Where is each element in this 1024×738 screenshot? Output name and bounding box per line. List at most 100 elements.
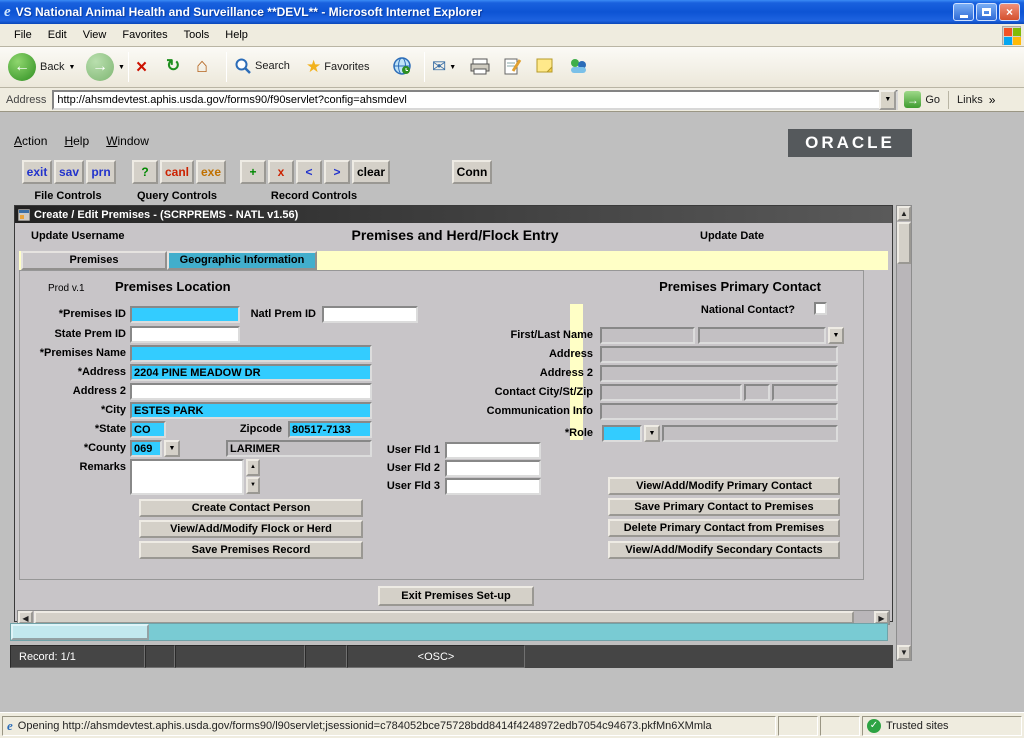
minimize-icon bbox=[960, 15, 968, 18]
premises-primary-contact-header: Premises Primary Contact bbox=[615, 279, 865, 294]
menu-file[interactable]: File bbox=[6, 26, 40, 44]
messenger-button[interactable] bbox=[568, 57, 588, 78]
contact-address-field bbox=[600, 346, 838, 363]
links-chevron-icon[interactable]: » bbox=[989, 93, 996, 107]
save-button[interactable]: sav bbox=[54, 160, 84, 184]
menu-help[interactable]: Help bbox=[217, 26, 256, 44]
role-dropdown-button[interactable]: ▼ bbox=[644, 425, 660, 442]
back-dropdown-icon[interactable]: ▼ bbox=[68, 64, 75, 71]
conn-button[interactable]: Conn bbox=[452, 160, 492, 184]
search-button[interactable]: Search bbox=[234, 57, 290, 75]
mail-dropdown-icon[interactable]: ▼ bbox=[449, 64, 456, 71]
go-button[interactable]: → Go bbox=[904, 91, 940, 108]
close-button[interactable]: × bbox=[999, 3, 1020, 21]
add-record-button[interactable]: + bbox=[240, 160, 266, 184]
query-controls-label: Query Controls bbox=[126, 190, 228, 202]
applet-status-bar: Record: 1/1 <OSC> bbox=[10, 645, 893, 668]
tab-premises[interactable]: Premises bbox=[21, 251, 167, 270]
menu-tools[interactable]: Tools bbox=[176, 26, 218, 44]
delete-primary-contact-button[interactable]: Delete Primary Contact from Premises bbox=[608, 519, 840, 537]
vertical-scroll-thumb[interactable] bbox=[897, 222, 911, 264]
exit-button[interactable]: exit bbox=[22, 160, 52, 184]
scroll-down-button[interactable]: ▼ bbox=[897, 645, 911, 660]
premises-id-label: *Premises ID bbox=[22, 308, 126, 320]
applet-vertical-scrollbar[interactable]: ▲ ▼ bbox=[896, 205, 912, 661]
search-icon bbox=[234, 57, 252, 75]
state-field[interactable] bbox=[130, 421, 166, 438]
national-contact-checkbox[interactable] bbox=[814, 302, 827, 315]
browser-status-bar: e Opening http://ahsmdevtest.aphis.usda.… bbox=[0, 712, 1024, 738]
view-add-modify-secondary-contacts-button[interactable]: View/Add/Modify Secondary Contacts bbox=[608, 541, 840, 559]
view-add-modify-flock-herd-button[interactable]: View/Add/Modify Flock or Herd bbox=[139, 520, 363, 538]
contact-name-dropdown-button[interactable]: ▼ bbox=[828, 327, 844, 344]
address-label: *Address bbox=[22, 366, 126, 378]
remarks-field[interactable] bbox=[130, 459, 244, 495]
county-dropdown-button[interactable]: ▼ bbox=[164, 440, 180, 457]
exit-premises-setup-button[interactable]: Exit Premises Set-up bbox=[378, 586, 534, 606]
save-premises-record-button[interactable]: Save Premises Record bbox=[139, 541, 363, 559]
menu-edit[interactable]: Edit bbox=[40, 26, 75, 44]
zipcode-field[interactable] bbox=[288, 421, 372, 438]
teal-scroll-thumb[interactable] bbox=[11, 624, 149, 640]
forward-button[interactable]: → ▼ bbox=[86, 53, 125, 81]
county-field[interactable] bbox=[130, 440, 162, 457]
refresh-button[interactable]: ↻ bbox=[166, 57, 180, 74]
maximize-button[interactable] bbox=[976, 3, 997, 21]
address2-field[interactable] bbox=[130, 383, 372, 400]
state-prem-id-field[interactable] bbox=[130, 326, 240, 343]
trusted-sites-label: Trusted sites bbox=[886, 720, 949, 732]
stop-button[interactable]: × bbox=[136, 58, 147, 77]
natl-prem-id-field[interactable] bbox=[322, 306, 418, 323]
print-button[interactable] bbox=[470, 58, 490, 78]
remarks-scroll-up-button[interactable]: ▲ bbox=[246, 459, 260, 476]
remarks-scroll-down-button[interactable]: ▼ bbox=[246, 477, 260, 494]
role-label: *Role bbox=[475, 427, 593, 439]
cancel-query-button[interactable]: canl bbox=[160, 160, 194, 184]
premises-name-label: *Premises Name bbox=[22, 347, 126, 359]
query-button[interactable]: ? bbox=[132, 160, 158, 184]
delete-record-button[interactable]: x bbox=[268, 160, 294, 184]
address-label: Address bbox=[6, 94, 46, 106]
city-field[interactable] bbox=[130, 402, 372, 419]
applet-horizontal-scrollbar[interactable] bbox=[10, 623, 888, 641]
status-message-cell: e Opening http://ahsmdevtest.aphis.usda.… bbox=[2, 716, 776, 736]
favorites-button[interactable]: ★ Favorites bbox=[306, 57, 370, 77]
discuss-button[interactable] bbox=[536, 58, 554, 77]
status-spacer-cell bbox=[820, 716, 860, 736]
applet-menu-help[interactable]: Help bbox=[64, 134, 89, 148]
applet-menu-action[interactable]: Action bbox=[14, 134, 47, 148]
premises-name-field[interactable] bbox=[130, 345, 372, 362]
premises-id-field[interactable] bbox=[130, 306, 240, 323]
next-record-button[interactable]: > bbox=[324, 160, 350, 184]
links-button[interactable]: Links bbox=[957, 94, 983, 106]
scroll-up-button[interactable]: ▲ bbox=[897, 206, 911, 221]
forward-dropdown-icon[interactable]: ▼ bbox=[118, 64, 125, 71]
edit-button[interactable] bbox=[504, 57, 522, 78]
view-add-modify-primary-contact-button[interactable]: View/Add/Modify Primary Contact bbox=[608, 477, 840, 495]
menu-view[interactable]: View bbox=[75, 26, 115, 44]
form-window-title-bar[interactable]: Create / Edit Premises - (SCRPREMS - NAT… bbox=[15, 206, 892, 223]
role-field[interactable] bbox=[602, 425, 642, 442]
execute-query-button[interactable]: exe bbox=[196, 160, 226, 184]
address-input[interactable] bbox=[52, 90, 898, 110]
save-primary-contact-button[interactable]: Save Primary Contact to Premises bbox=[608, 498, 840, 516]
address-dropdown-icon[interactable]: ▼ bbox=[879, 90, 896, 110]
previous-record-button[interactable]: < bbox=[296, 160, 322, 184]
clear-record-button[interactable]: clear bbox=[352, 160, 390, 184]
status-text: Opening http://ahsmdevtest.aphis.usda.go… bbox=[18, 720, 712, 732]
mail-button[interactable]: ✉ ▼ bbox=[432, 57, 456, 77]
go-arrow-icon: → bbox=[904, 91, 921, 108]
home-button[interactable]: ⌂ bbox=[196, 56, 208, 76]
back-button[interactable]: ← Back ▼ bbox=[8, 53, 75, 81]
create-contact-person-button[interactable]: Create Contact Person bbox=[139, 499, 363, 517]
applet-menu-window[interactable]: Window bbox=[106, 134, 149, 148]
user-fld2-field[interactable] bbox=[445, 460, 541, 477]
address-field[interactable] bbox=[130, 364, 372, 381]
minimize-button[interactable] bbox=[953, 3, 974, 21]
tab-geographic-information[interactable]: Geographic Information bbox=[167, 251, 317, 270]
print-form-button[interactable]: prn bbox=[86, 160, 116, 184]
user-fld3-field[interactable] bbox=[445, 478, 541, 495]
menu-favorites[interactable]: Favorites bbox=[114, 26, 175, 44]
history-button[interactable] bbox=[392, 56, 412, 79]
user-fld1-field[interactable] bbox=[445, 442, 541, 459]
